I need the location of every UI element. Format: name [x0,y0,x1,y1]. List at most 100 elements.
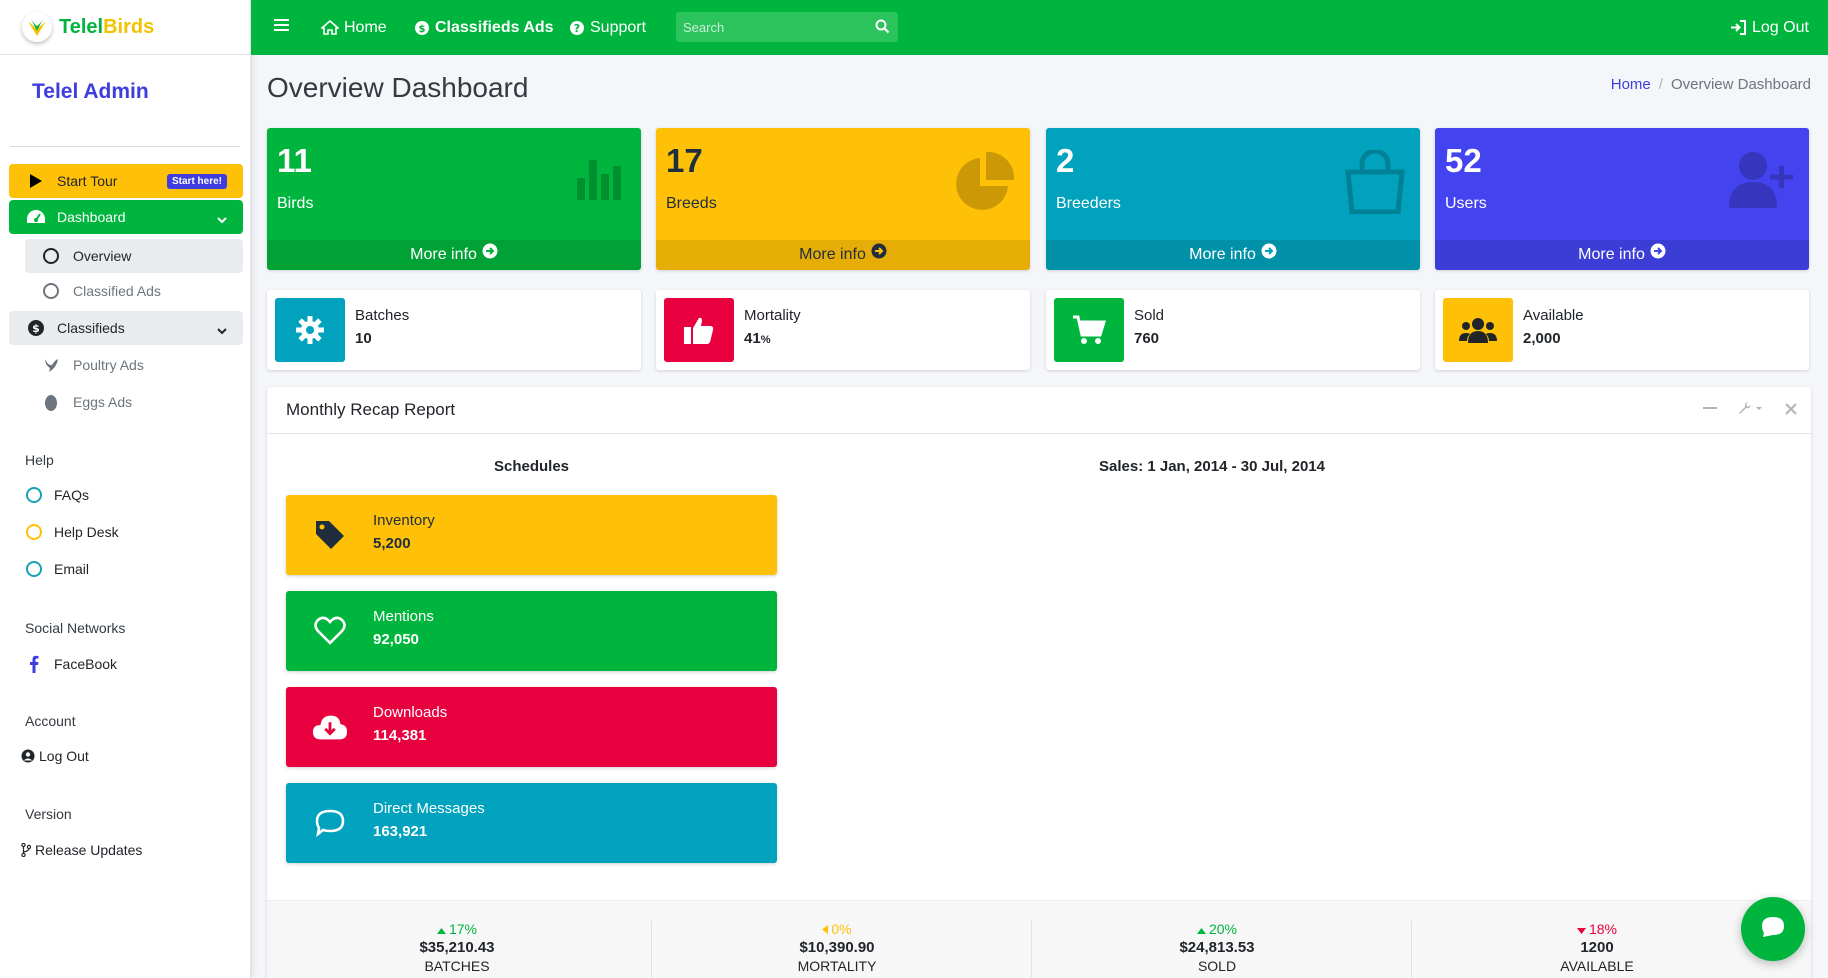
thumbs-up-icon [664,298,734,362]
monthly-recap-card: Monthly Recap Report Schedules Sales: 1 … [267,387,1811,978]
sold-info-box: Sold 760 [1046,290,1420,370]
chat-bubble-icon [1761,916,1785,942]
info-value: 760 [1134,330,1160,347]
tachometer-icon [25,209,47,225]
home-icon [321,20,339,35]
breeders-stat-box: 2 Breeders More info [1046,128,1420,270]
breeds-more-info-link[interactable]: More info [656,240,1030,270]
description-caption: BATCHES [424,958,490,974]
schedules-title: Schedules [493,458,570,475]
release-updates-link[interactable]: Release Updates [21,842,142,858]
recap-label: Inventory [373,512,435,529]
sidebar-item-eggs-ads[interactable]: Eggs Ads [25,385,243,419]
help-desk-label: Help Desk [54,524,119,540]
sold-description-block: 20% $24,813.53 SOLD [1027,921,1407,974]
email-link[interactable]: Email [25,561,89,577]
description-percentage: 17% [267,921,647,937]
wrench-icon[interactable] [1737,401,1765,419]
recap-value: 114,381 [373,727,427,744]
card-title: Monthly Recap Report [267,387,1811,434]
search-placeholder: Search [683,19,725,35]
circle-icon [41,248,61,264]
sidebar-item-overview[interactable]: Overview [25,239,243,273]
egg-icon [41,393,61,411]
more-info-label: More info [1189,246,1256,263]
svg-text:?: ? [574,22,580,35]
mortality-description-block: 0% $10,390.90 MORTALITY [647,921,1027,974]
sidebar-item-classified-ads[interactable]: Classified Ads [25,274,243,308]
user-circle-icon [21,749,35,763]
recap-label: Downloads [373,704,448,721]
breadcrumb-current: Overview Dashboard [1670,76,1811,93]
card-footer: 17% $35,210.43 BATCHES 0% $10,390.90 MOR… [267,900,1811,978]
recap-value: 92,050 [373,631,419,648]
nav-home-link[interactable]: Home [321,0,387,55]
circle-icon [25,561,43,577]
chat-widget-button[interactable] [1741,897,1805,961]
comment-icon [312,805,348,841]
poultry-ads-label: Poultry Ads [73,357,144,373]
arrow-circle-right-icon [1650,240,1666,270]
nav-support-label: Support [590,18,647,36]
chevron-down-icon [217,211,227,227]
shopping-bag-icon [1344,148,1406,218]
description-percentage: 0% [647,921,1027,937]
bar-chart-icon [575,150,627,204]
stat-label: Breeds [666,195,717,212]
breeders-more-info-link[interactable]: More info [1046,240,1420,270]
sidebar-item-poultry-ads[interactable]: Poultry Ads [25,348,243,382]
tag-icon [312,517,348,553]
bars-icon [274,18,289,37]
sidebar-item-dashboard[interactable]: Dashboard [9,200,243,234]
description-amount: $10,390.90 [799,939,875,956]
direct-messages-recap-box: Direct Messages 163,921 [286,783,777,863]
nav-logout-label: Log Out [1752,18,1809,36]
brand-link[interactable]: TelelBirds [0,0,250,55]
nav-logout-link[interactable]: Log Out [1730,0,1809,55]
stat-value: 52 [1445,142,1482,179]
description-percentage: 18% [1407,921,1787,937]
sidebar-item-classifieds[interactable]: $ Classifieds [9,311,243,345]
nav-classifieds-label: Classifieds Ads [435,18,554,36]
hamburger-menu-button[interactable] [274,0,289,55]
description-amount: 1200 [1580,939,1614,956]
stat-value: 11 [277,142,312,179]
facebook-link[interactable]: FaceBook [25,655,117,673]
stat-label: Birds [277,195,314,212]
sidebar: TelelBirds Telel Admin Start Tour Start … [0,0,251,978]
close-icon[interactable] [1785,402,1797,419]
info-label: Batches [355,307,410,324]
nav-classifieds-link[interactable]: $ Classifieds Ads [414,0,554,55]
stat-value: 17 [666,142,703,179]
info-value: 2,000 [1523,330,1561,347]
description-percentage: 20% [1027,921,1407,937]
release-updates-label: Release Updates [35,842,143,858]
pie-chart-icon [952,150,1016,218]
stat-label: Breeders [1056,195,1121,212]
minus-icon[interactable] [1703,401,1717,419]
start-tour-label: Start Tour [57,173,118,189]
stat-label: Users [1445,195,1487,212]
chevron-down-icon [217,322,227,338]
search-icon[interactable] [875,19,890,37]
start-tour-button[interactable]: Start Tour Start here! [9,164,243,198]
users-more-info-link[interactable]: More info [1435,240,1809,270]
help-desk-link[interactable]: Help Desk [25,524,119,540]
start-here-badge: Start here! [166,174,227,189]
nav-support-link[interactable]: ? Support [569,0,646,55]
search-input[interactable]: Search [676,12,898,42]
nav-home-label: Home [344,18,387,36]
breeds-stat-box: 17 Breeds More info [656,128,1030,270]
arrow-circle-right-icon [871,240,887,270]
stat-value: 2 [1056,142,1075,179]
birds-more-info-link[interactable]: More info [267,240,641,270]
circle-icon [25,487,43,503]
sign-in-icon [1730,20,1747,35]
downloads-recap-box: Downloads 114,381 [286,687,777,767]
recap-value: 163,921 [373,823,428,840]
breadcrumb-home-link[interactable]: Home [1611,76,1651,93]
faqs-link[interactable]: FAQs [25,487,89,503]
sidebar-logout-link[interactable]: Log Out [21,748,89,764]
brand-logo-icon [22,12,52,42]
play-icon [25,173,47,189]
